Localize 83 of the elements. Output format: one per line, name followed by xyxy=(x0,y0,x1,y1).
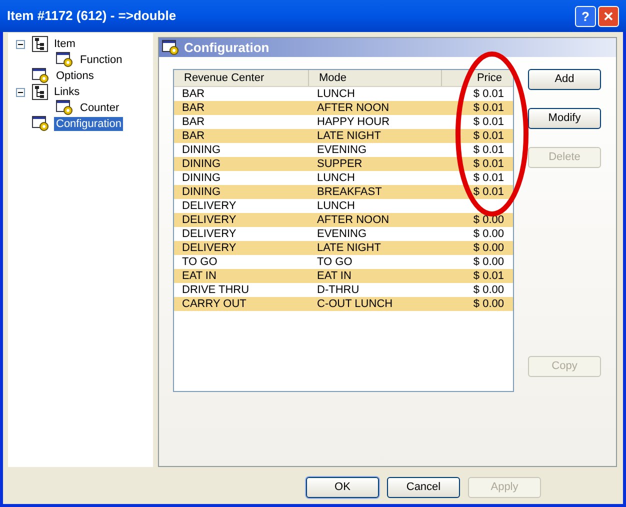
table-cell-text: AFTER NOON xyxy=(316,213,390,227)
table-cell-text: DELIVERY xyxy=(181,227,238,241)
table-cell-text: LATE NIGHT xyxy=(316,129,382,143)
table-cell-text: $ 0.00 xyxy=(472,213,505,227)
table-row[interactable]: DELIVERY LATE NIGHT $ 0.00 xyxy=(174,241,513,255)
table-cell-text: $ 0.00 xyxy=(472,227,505,241)
table-cell-text: BAR xyxy=(181,115,206,129)
hierarchy-icon xyxy=(32,36,48,52)
table-cell-text: $ 0.00 xyxy=(472,283,505,297)
table-cell-text: AFTER NOON xyxy=(316,101,390,115)
dialog-button[interactable]: OK xyxy=(306,476,379,498)
table-cell-text: TO GO xyxy=(181,255,218,269)
dialog-button[interactable]: Modify xyxy=(528,108,601,129)
window-gear-icon xyxy=(162,40,180,56)
window-gear-icon xyxy=(32,116,50,132)
table-row[interactable]: DINING SUPPER $ 0.01 xyxy=(174,157,513,171)
column-header[interactable]: Price xyxy=(442,70,512,86)
dialog-button[interactable]: Add xyxy=(528,69,601,90)
table-cell-text: C-OUT LUNCH xyxy=(316,297,394,311)
table-cell-text: SUPPER xyxy=(316,157,364,171)
collapse-toggle[interactable] xyxy=(16,88,25,96)
table-cell-text: LUNCH xyxy=(316,199,356,213)
table-cell-text: DINING xyxy=(181,143,222,157)
window-title: Item #1172 (612) - =>double xyxy=(7,7,178,26)
table-cell-text: EAT IN xyxy=(316,269,352,283)
table-row[interactable]: EAT IN EAT IN $ 0.01 xyxy=(174,269,513,283)
table-cell-text: $ 0.01 xyxy=(472,143,505,157)
table-cell-text: $ 0.01 xyxy=(472,269,505,283)
table-cell-text: BAR xyxy=(181,101,206,115)
table-cell-text: DINING xyxy=(181,157,222,171)
table-cell-text: $ 0.01 xyxy=(472,101,505,115)
tree-item[interactable]: Counter xyxy=(78,101,122,115)
table-cell-text: $ 0.01 xyxy=(472,171,505,185)
table-cell-text: $ 0.00 xyxy=(472,297,505,311)
table-cell-text: EVENING xyxy=(316,143,368,157)
window-gear-icon xyxy=(32,68,50,84)
table-cell-text: HAPPY HOUR xyxy=(316,115,391,129)
table-cell-text: LUNCH xyxy=(316,87,356,101)
window-gear-icon xyxy=(56,100,74,116)
table-cell-text: TO GO xyxy=(316,255,354,269)
close-button[interactable]: ✕ xyxy=(598,6,619,26)
table-cell-text: $ 0.01 xyxy=(472,185,505,199)
minus-icon xyxy=(18,42,23,46)
table-cell-text: LATE NIGHT xyxy=(316,241,382,255)
table-cell-text: $ 0.01 xyxy=(472,115,505,129)
table-row[interactable]: BAR LATE NIGHT $ 0.01 xyxy=(174,129,513,143)
table-row[interactable]: BAR AFTER NOON $ 0.01 xyxy=(174,101,513,115)
tree-item[interactable]: Function xyxy=(78,53,124,67)
table-cell-text: DINING xyxy=(181,185,222,199)
panel-title: Configuration xyxy=(184,38,270,57)
hierarchy-icon xyxy=(32,84,48,100)
table-cell-text: CARRY OUT xyxy=(181,297,248,311)
table-cell-text: EVENING xyxy=(316,227,368,241)
table-row[interactable]: CARRY OUT C-OUT LUNCH $ 0.00 xyxy=(174,297,513,311)
table-cell-text: $ 0.01 xyxy=(472,87,505,101)
tree-item[interactable]: Options xyxy=(54,69,96,83)
table-row[interactable]: DELIVERY AFTER NOON $ 0.00 xyxy=(174,213,513,227)
help-button[interactable]: ? xyxy=(575,6,596,26)
collapse-toggle[interactable] xyxy=(16,40,25,48)
table-cell-text: BAR xyxy=(181,87,206,101)
table-row[interactable]: DINING BREAKFAST $ 0.01 xyxy=(174,185,513,199)
table-cell-text: DELIVERY xyxy=(181,199,238,213)
window-gear-icon xyxy=(56,52,74,68)
table-cell-text: EAT IN xyxy=(181,269,218,283)
table-cell-text: $ 0.01 xyxy=(472,129,505,143)
table-cell-text: DRIVE THRU xyxy=(181,283,250,297)
dialog-button[interactable]: Cancel xyxy=(387,476,460,498)
minus-icon xyxy=(18,90,23,94)
table-cell-text: BAR xyxy=(181,129,206,143)
column-header[interactable]: Mode xyxy=(309,70,442,86)
tree-item[interactable]: Item xyxy=(52,37,78,51)
column-header[interactable]: Revenue Center xyxy=(174,70,309,86)
table-cell-text: $ 0.01 xyxy=(472,157,505,171)
table-cell-text: DELIVERY xyxy=(181,213,238,227)
table-cell-text: D-THRU xyxy=(316,283,360,297)
table-cell-text: $ 0.00 xyxy=(472,255,505,269)
table-cell-text: LUNCH xyxy=(316,171,356,185)
tree-item[interactable]: Configuration xyxy=(54,117,124,131)
tree-item[interactable]: Links xyxy=(52,85,82,99)
table-cell-text: $ 0.00 xyxy=(472,241,505,255)
table-cell-text: DELIVERY xyxy=(181,241,238,255)
table-cell-text: DINING xyxy=(181,171,222,185)
table-cell-text: BREAKFAST xyxy=(316,185,383,199)
